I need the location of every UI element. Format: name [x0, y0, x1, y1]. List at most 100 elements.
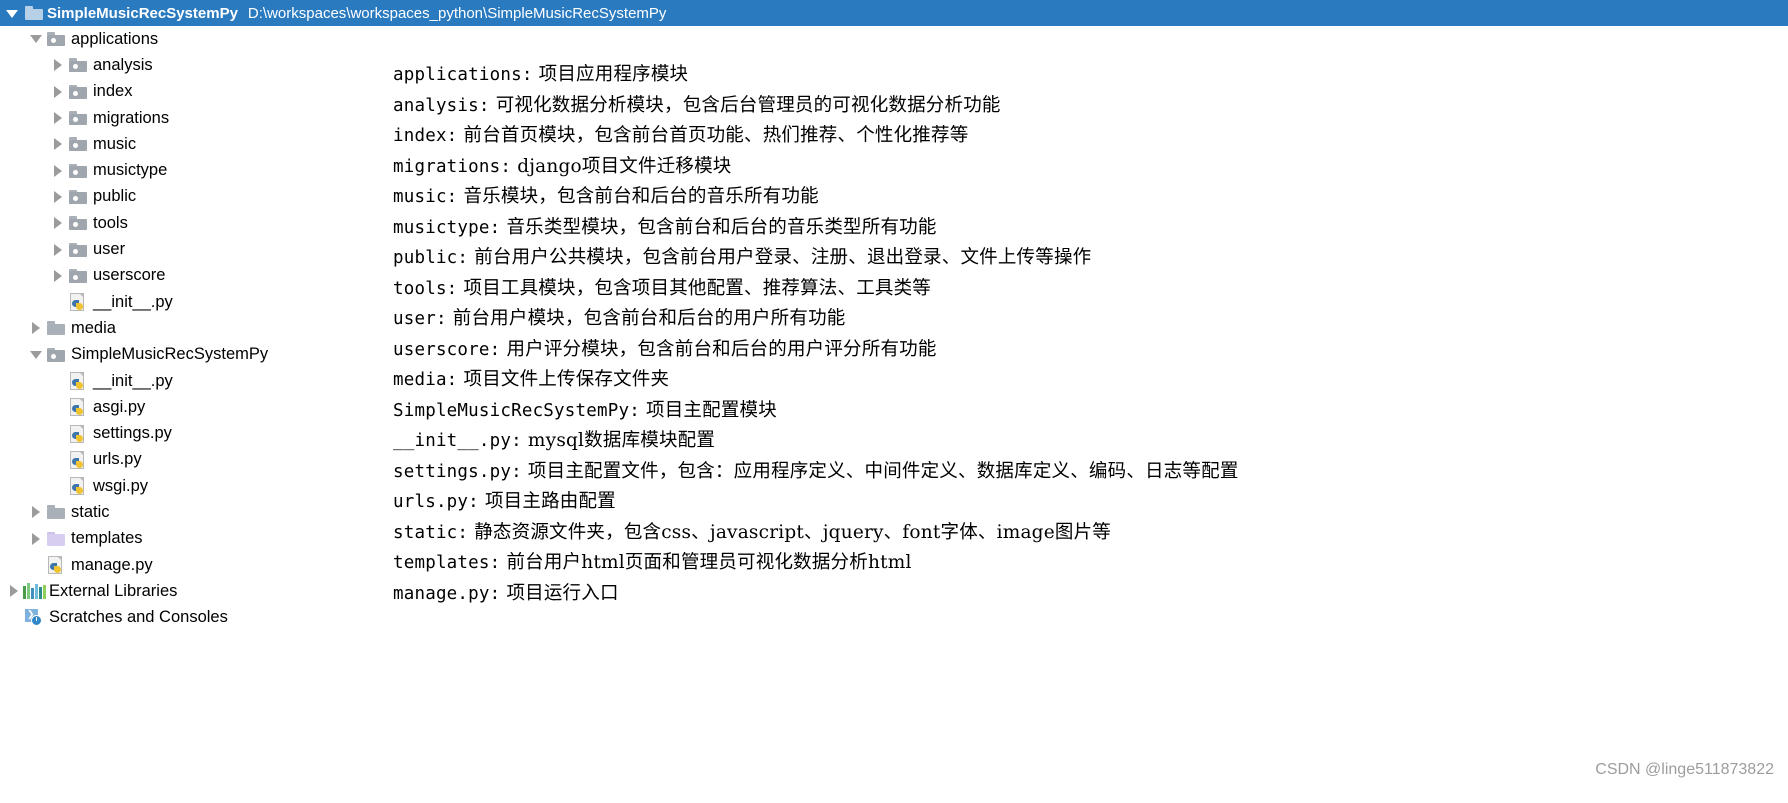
chevron-right-icon[interactable]	[50, 269, 66, 282]
external-libraries-icon	[22, 583, 46, 600]
tree-row[interactable]: tools	[0, 210, 400, 236]
project-title-bar[interactable]: SimpleMusicRecSystemPy D:\workspaces\wor…	[0, 0, 1788, 26]
tree-row[interactable]: analysis	[0, 52, 400, 78]
folder-source-icon	[66, 137, 90, 152]
description-key: analysis:	[393, 95, 490, 116]
description-key: index:	[393, 126, 458, 146]
tree-row[interactable]: index	[0, 79, 400, 105]
description-line: settings.py: 项目主配置文件，包含：应用程序定义、中间件定义、数据库…	[393, 457, 1593, 488]
project-path: D:\workspaces\workspaces_python\SimpleMu…	[247, 4, 667, 22]
tree-row[interactable]: urls.py	[0, 447, 400, 473]
folder-source-icon	[66, 111, 90, 126]
description-text: 项目运行入口	[500, 582, 619, 604]
description-line: __init__.py: mysql数据库模块配置	[393, 426, 1593, 457]
description-line: media: 项目文件上传保存文件夹	[393, 365, 1593, 396]
chevron-right-icon[interactable]	[50, 217, 66, 230]
folder-source-icon	[66, 189, 90, 204]
python-file-icon	[66, 398, 90, 417]
chevron-right-icon[interactable]	[28, 322, 44, 335]
description-text: 项目主路由配置	[478, 491, 616, 512]
chevron-right-icon[interactable]	[50, 243, 66, 256]
chevron-right-icon[interactable]	[50, 112, 66, 125]
tree-item-label: __init__.py	[93, 292, 173, 311]
tree-row[interactable]: settings.py	[0, 420, 400, 446]
scratches-icon: ❯	[22, 608, 46, 627]
tree-row[interactable]: applications	[0, 26, 400, 52]
description-line: index: 前台首页模块，包含前台首页功能、热们推荐、个性化推荐等	[393, 121, 1593, 152]
module-description-list: applications: 项目应用程序模块 analysis: 可视化数据分析模…	[393, 60, 1593, 609]
description-text: 前台用户html页面和管理员可视化数据分析html	[500, 552, 912, 573]
triangle-down-icon[interactable]	[6, 5, 18, 22]
tree-row[interactable]: musictype	[0, 157, 400, 183]
chevron-right-icon[interactable]	[50, 85, 66, 98]
folder-source-icon	[66, 268, 90, 283]
description-text: 可视化数据分析模块，包含后台管理员的可视化数据分析功能	[489, 94, 1001, 116]
description-key: migrations:	[393, 156, 512, 177]
tree-item-label: asgi.py	[93, 397, 146, 416]
tree-row[interactable]: __init__.py	[0, 289, 400, 315]
tree-item-label: settings.py	[93, 424, 172, 443]
folder-icon	[25, 6, 43, 20]
tree-row[interactable]: static	[0, 499, 400, 525]
tree-row[interactable]: templates	[0, 526, 400, 552]
project-tree[interactable]: applications analysis index migrations music…	[0, 26, 400, 631]
python-file-icon	[66, 477, 90, 496]
description-key: static:	[393, 522, 469, 543]
description-key: tools:	[393, 278, 458, 299]
chevron-right-icon[interactable]	[50, 59, 66, 72]
chevron-right-icon[interactable]	[50, 190, 66, 203]
description-text: 前台首页模块，包含前台首页功能、热们推荐、个性化推荐等	[457, 125, 969, 146]
description-line: tools: 项目工具模块，包含项目其他配置、推荐算法、工具类等	[393, 274, 1593, 305]
chevron-right-icon[interactable]	[50, 164, 66, 177]
tree-row[interactable]: External Libraries	[0, 578, 400, 604]
tree-row[interactable]: user	[0, 236, 400, 262]
tree-row[interactable]: music	[0, 131, 400, 157]
description-text: 音乐模块，包含前台和后台的音乐所有功能	[457, 186, 819, 207]
python-file-icon	[66, 293, 90, 312]
tree-item-label: static	[71, 502, 110, 521]
chevron-down-icon[interactable]	[28, 350, 44, 359]
tree-row[interactable]: migrations	[0, 105, 400, 131]
description-line: analysis: 可视化数据分析模块，包含后台管理员的可视化数据分析功能	[393, 91, 1593, 122]
tree-row[interactable]: public	[0, 184, 400, 210]
description-text: 项目主配置文件，包含：应用程序定义、中间件定义、数据库定义、编码、日志等配置	[521, 460, 1239, 482]
tree-item-label: urls.py	[93, 450, 142, 469]
description-line: public: 前台用户公共模块，包含前台用户登录、注册、退出登录、文件上传等操…	[393, 243, 1593, 274]
description-key: userscore:	[393, 339, 501, 360]
chevron-right-icon[interactable]	[50, 138, 66, 151]
folder-source-icon	[66, 163, 90, 178]
description-text: 项目应用程序模块	[532, 64, 689, 85]
tree-row[interactable]: __init__.py	[0, 368, 400, 394]
python-file-icon	[44, 556, 68, 575]
tree-item-label: SimpleMusicRecSystemPy	[71, 345, 269, 364]
chevron-right-icon[interactable]	[28, 506, 44, 519]
tree-row[interactable]: ❯ Scratches and Consoles	[0, 605, 400, 631]
tree-item-label: analysis	[93, 55, 153, 74]
tree-row[interactable]: userscore	[0, 263, 400, 289]
description-line: applications: 项目应用程序模块	[393, 60, 1593, 91]
description-key: templates:	[393, 553, 501, 573]
tree-row[interactable]: SimpleMusicRecSystemPy	[0, 342, 400, 368]
description-line: templates: 前台用户html页面和管理员可视化数据分析html	[393, 548, 1593, 579]
tree-item-label: templates	[71, 529, 143, 548]
description-text: 用户评分模块，包含前台和后台的用户评分所有功能	[500, 338, 937, 360]
description-text: 项目文件上传保存文件夹	[457, 369, 670, 390]
tree-row[interactable]: wsgi.py	[0, 473, 400, 499]
description-text: 前台用户模块，包含前台和后台的用户所有功能	[446, 308, 846, 329]
description-text: 项目主配置模块	[639, 399, 777, 421]
tree-item-label: index	[93, 82, 133, 101]
tree-row[interactable]: asgi.py	[0, 394, 400, 420]
description-line: userscore: 用户评分模块，包含前台和后台的用户评分所有功能	[393, 335, 1593, 366]
chevron-right-icon[interactable]	[6, 585, 22, 598]
folder-icon	[44, 505, 68, 520]
chevron-down-icon[interactable]	[28, 35, 44, 44]
folder-source-icon	[66, 242, 90, 257]
tree-row[interactable]: manage.py	[0, 552, 400, 578]
description-key: manage.py:	[393, 583, 501, 604]
tree-item-label: migrations	[93, 108, 170, 127]
tree-row[interactable]: media	[0, 315, 400, 341]
tree-item-label: music	[93, 134, 137, 153]
python-file-icon	[66, 372, 90, 390]
chevron-right-icon[interactable]	[28, 532, 44, 545]
tree-item-label: applications	[71, 29, 159, 48]
